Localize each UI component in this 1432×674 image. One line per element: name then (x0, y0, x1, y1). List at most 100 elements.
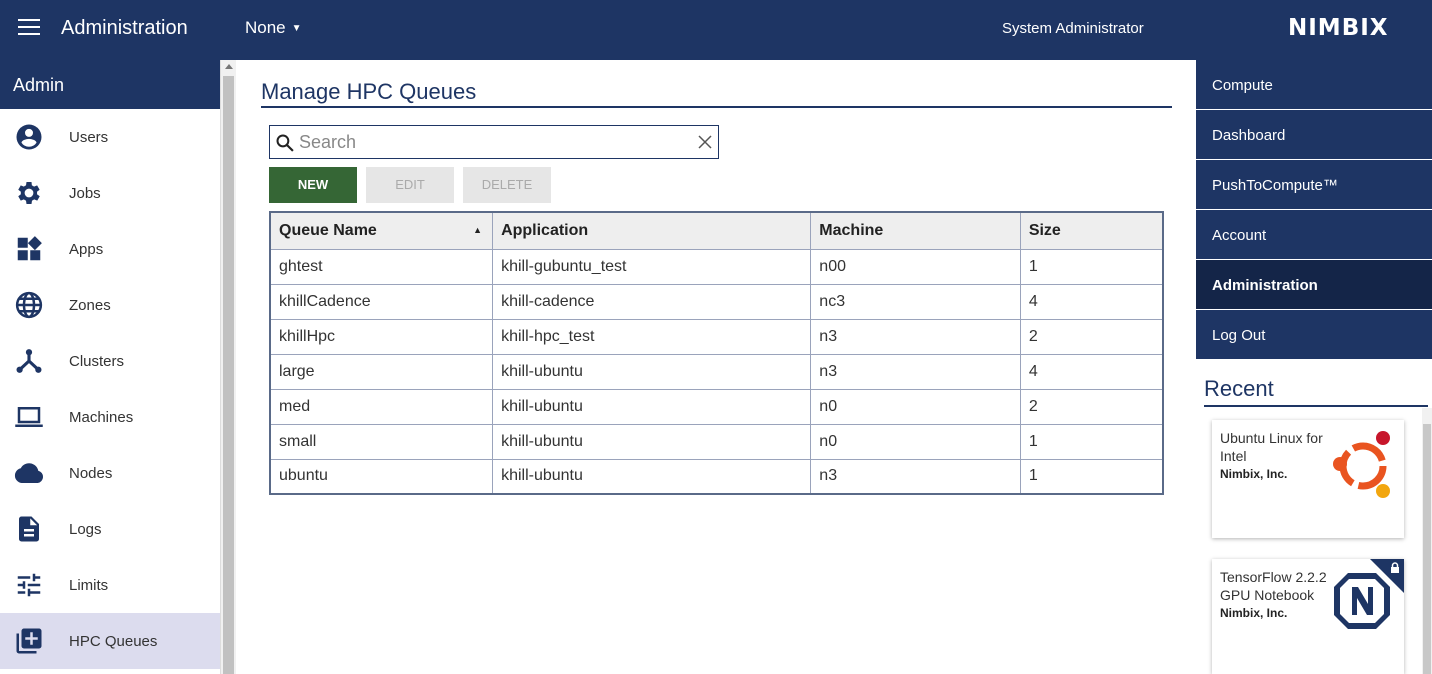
cell-application: khill-ubuntu (492, 388, 812, 425)
column-header-machine[interactable]: Machine (810, 211, 1021, 250)
account-circle-icon (16, 124, 42, 150)
sidebar-item-label: Users (69, 129, 109, 146)
nav-pushtocompute[interactable]: PushToCompute™ (1196, 160, 1432, 210)
cell-queue-name: ubuntu (269, 458, 494, 495)
sidebar-item-label: Clusters (69, 353, 125, 370)
sidebar-item-label: Limits (69, 577, 109, 594)
cell-application: khill-cadence (492, 283, 812, 320)
nimbix-logo: NIMBIX (1288, 15, 1389, 41)
recent-app-title: Ubuntu Linux for Intel Nimbix, Inc. (1220, 429, 1328, 483)
cell-machine: n3 (810, 353, 1021, 390)
recent-app-vendor: Nimbix, Inc. (1220, 606, 1288, 620)
sidebar-item-label: Logs (69, 521, 102, 538)
sidebar-item-label: Nodes (69, 465, 113, 482)
sidebar-item-hpc-queues[interactable]: HPC Queues (0, 613, 220, 669)
table-row[interactable]: small khill-ubuntu n0 1 (269, 423, 1164, 460)
column-header-application[interactable]: Application (492, 211, 812, 250)
table-row[interactable]: large khill-ubuntu n3 4 (269, 353, 1164, 390)
nav-administration[interactable]: Administration (1196, 260, 1432, 310)
nimbix-n-logo-icon (1334, 573, 1390, 629)
cell-machine: n00 (810, 248, 1021, 285)
scrollbar-thumb[interactable] (223, 76, 234, 674)
ubuntu-logo-icon (1333, 431, 1390, 498)
cell-size: 1 (1019, 458, 1164, 495)
search-box[interactable] (269, 125, 719, 159)
table-row[interactable]: ubuntu khill-ubuntu n3 1 (269, 458, 1164, 495)
clear-icon[interactable] (698, 135, 712, 149)
new-button[interactable]: NEW (269, 167, 357, 203)
sidebar-item-machines[interactable]: Machines (0, 389, 220, 445)
recent-divider (1204, 405, 1428, 407)
recent-app-vendor: Nimbix, Inc. (1220, 467, 1288, 481)
add-queue-icon (16, 628, 42, 654)
sliders-icon (17, 573, 41, 597)
hamburger-menu-icon[interactable] (18, 19, 40, 37)
nav-compute[interactable]: Compute (1196, 60, 1432, 110)
recent-app-card[interactable]: TensorFlow 2.2.2 GPU Notebook Nimbix, In… (1212, 559, 1404, 674)
globe-icon (15, 291, 43, 319)
user-name[interactable]: System Administrator (1002, 20, 1144, 37)
recent-app-card[interactable]: Ubuntu Linux for Intel Nimbix, Inc. (1212, 420, 1404, 538)
caret-down-icon: ▼ (291, 23, 302, 34)
sidebar-item-apps[interactable]: Apps (0, 221, 220, 277)
scrollbar-thumb[interactable] (1423, 424, 1431, 674)
title-divider (261, 106, 1172, 108)
cell-application: khill-ubuntu (492, 423, 812, 460)
right-nav: Compute Dashboard PushToCompute™ Account… (1196, 60, 1432, 360)
nav-log-out[interactable]: Log Out (1196, 310, 1432, 360)
sidebar-title: Admin (0, 60, 220, 109)
cell-size: 4 (1019, 353, 1164, 390)
nav-dashboard[interactable]: Dashboard (1196, 110, 1432, 160)
column-header-queue-name[interactable]: Queue Name ▲ (269, 211, 494, 250)
team-selector[interactable]: None ▼ (245, 18, 302, 38)
sidebar-item-label: Apps (69, 241, 104, 258)
column-header-size[interactable]: Size (1019, 211, 1164, 250)
cell-size: 2 (1019, 388, 1164, 425)
sidebar-item-zones[interactable]: Zones (0, 277, 220, 333)
table-row[interactable]: ghtest khill-gubuntu_test n00 1 (269, 248, 1164, 285)
sidebar-item-label: Jobs (69, 185, 101, 202)
gear-icon (18, 182, 40, 204)
table-row[interactable]: khillHpc khill-hpc_test n3 2 (269, 318, 1164, 355)
sidebar-item-label: HPC Queues (69, 633, 158, 650)
admin-sidebar: Admin Users Jobs Apps Zones Clusters Mac… (0, 60, 220, 674)
cell-machine: nc3 (810, 283, 1021, 320)
sidebar-item-logs[interactable]: Logs (0, 501, 220, 557)
delete-button[interactable]: DELETE (463, 167, 551, 203)
edit-button[interactable]: EDIT (366, 167, 454, 203)
app-title: Administration (61, 17, 188, 39)
cell-queue-name: khillHpc (269, 318, 494, 355)
cell-size: 1 (1019, 248, 1164, 285)
cell-machine: n0 (810, 388, 1021, 425)
sidebar-item-users[interactable]: Users (0, 109, 220, 165)
recent-scrollbar[interactable] (1422, 408, 1432, 674)
cell-size: 1 (1019, 423, 1164, 460)
cell-size: 4 (1019, 283, 1164, 320)
table-row[interactable]: khillCadence khill-cadence nc3 4 (269, 283, 1164, 320)
main-content: Manage HPC Queues NEW EDIT DELETE Queue … (240, 60, 1195, 674)
nav-account[interactable]: Account (1196, 210, 1432, 260)
sort-ascending-icon: ▲ (473, 225, 483, 235)
sidebar-item-limits[interactable]: Limits (0, 557, 220, 613)
recent-title: Recent (1204, 376, 1274, 401)
table-row[interactable]: med khill-ubuntu n0 2 (269, 388, 1164, 425)
search-input[interactable] (299, 130, 689, 154)
top-bar: Administration None ▼ System Administrato… (0, 0, 1432, 60)
cloud-icon (14, 463, 44, 483)
sidebar-item-jobs[interactable]: Jobs (0, 165, 220, 221)
queues-table: Queue Name ▲ Application Machine Size ght… (269, 211, 1164, 495)
sidebar-item-nodes[interactable]: Nodes (0, 445, 220, 501)
scroll-up-arrow-icon[interactable] (225, 64, 233, 69)
sidebar-item-clusters[interactable]: Clusters (0, 333, 220, 389)
laptop-icon (15, 407, 43, 427)
document-icon (19, 516, 39, 542)
cluster-icon (16, 349, 42, 373)
sidebar-scrollbar[interactable] (220, 60, 236, 674)
cell-application: khill-gubuntu_test (492, 248, 812, 285)
table-header-row: Queue Name ▲ Application Machine Size (269, 211, 1164, 250)
widgets-icon (17, 236, 42, 261)
cell-queue-name: large (269, 353, 494, 390)
sidebar-item-label: Machines (69, 409, 134, 426)
sidebar-item-label: Zones (69, 297, 111, 314)
search-icon (276, 134, 294, 152)
